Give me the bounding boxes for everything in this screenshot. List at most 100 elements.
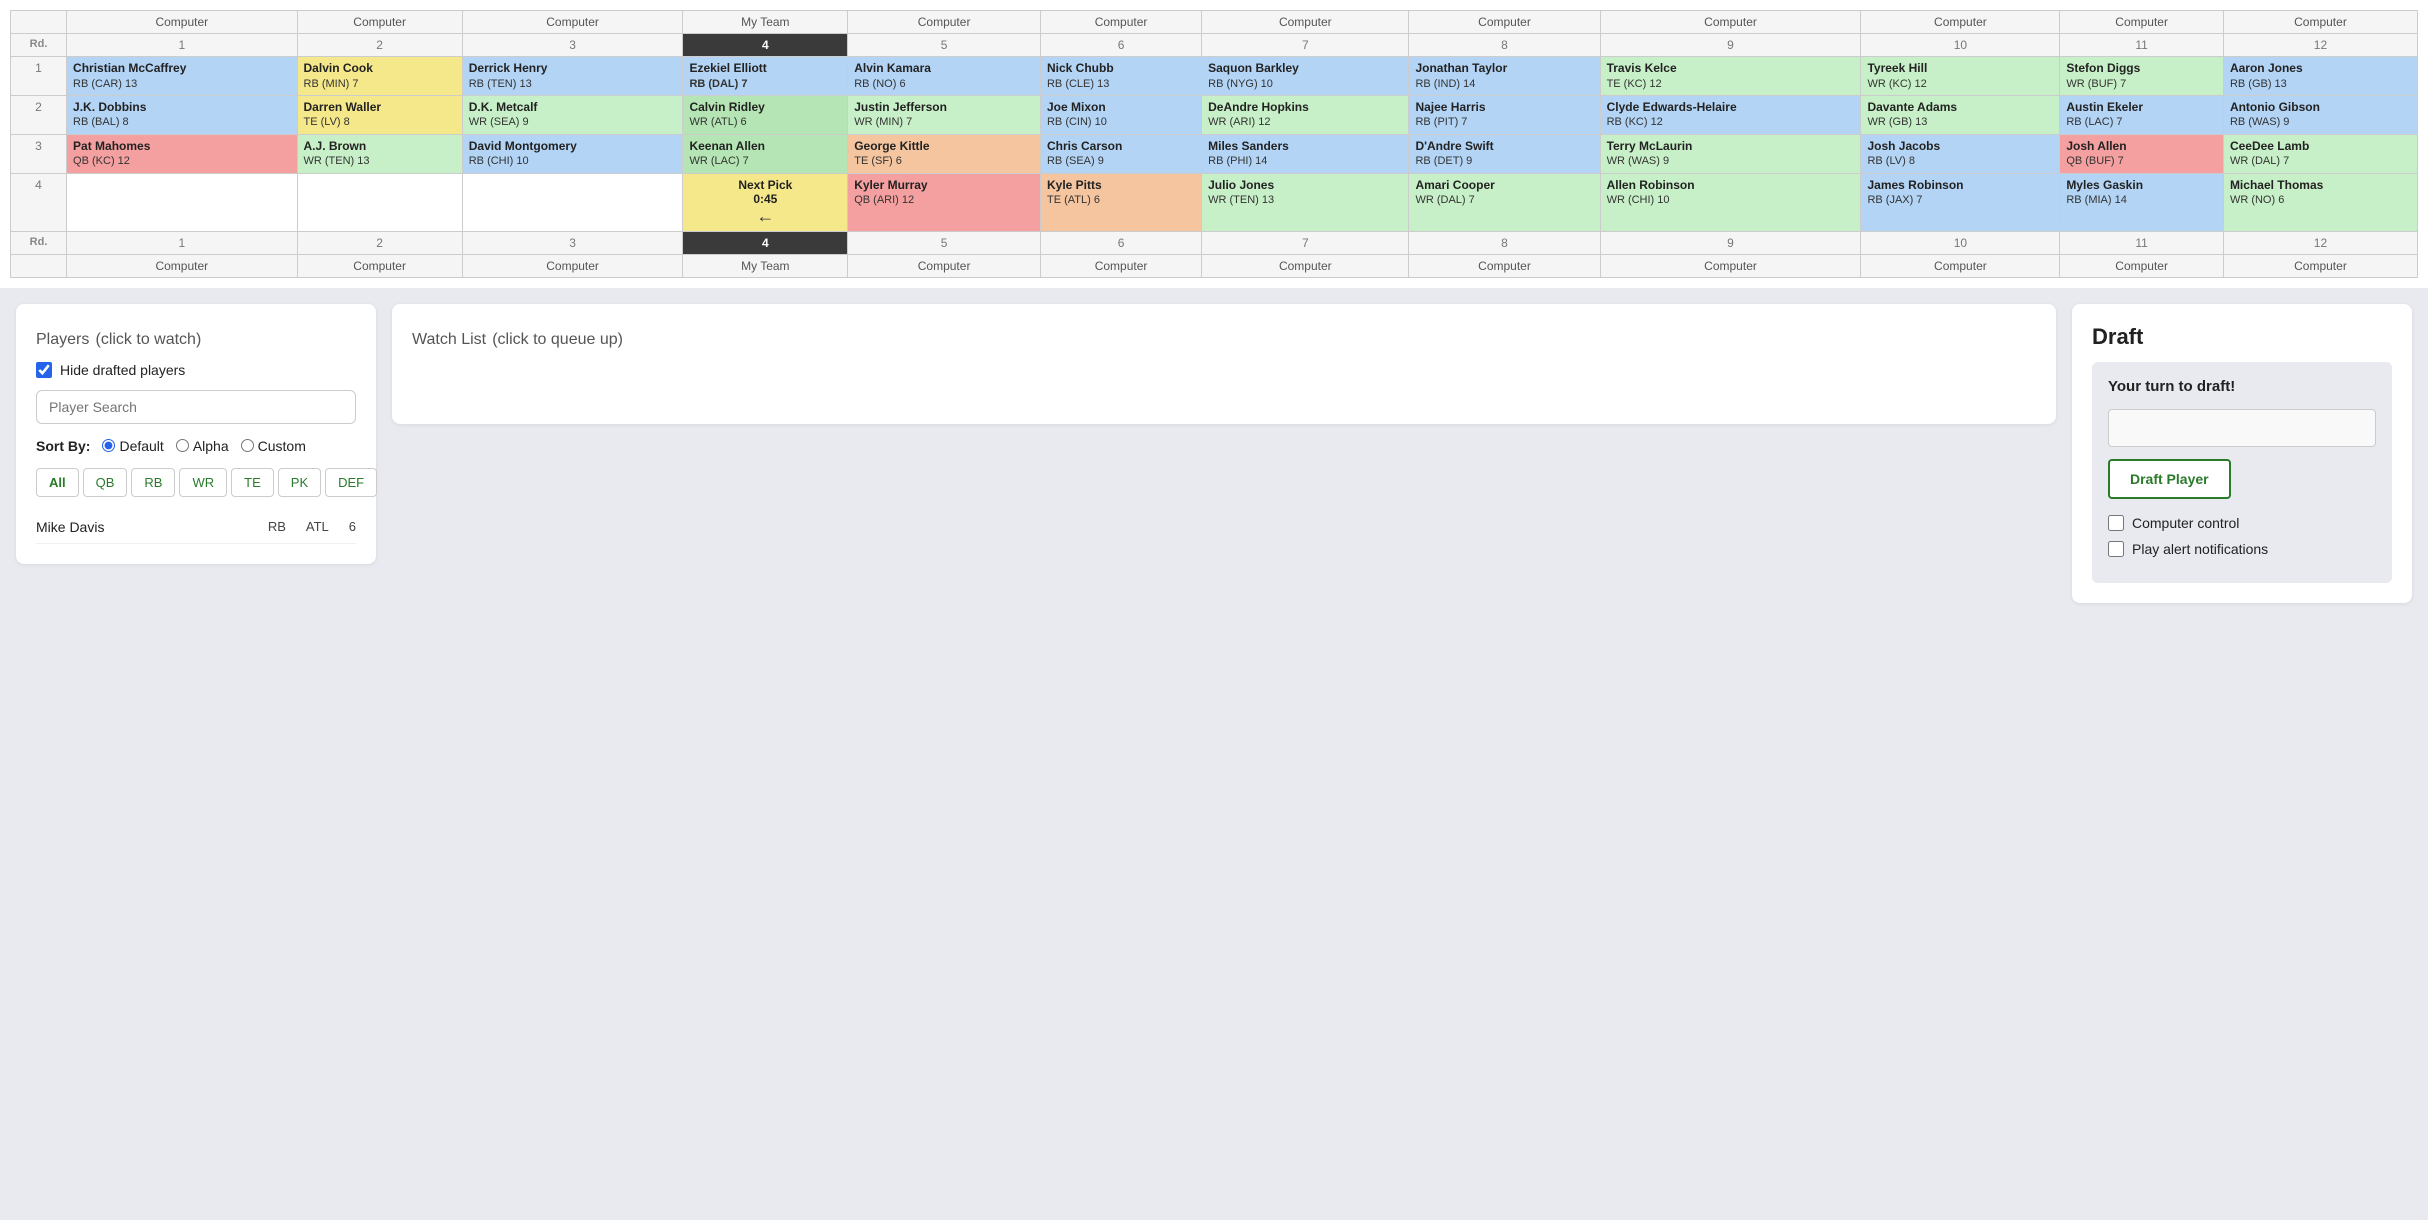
pick-r2-c3[interactable]: D.K. MetcalfWR (SEA) 9 [462, 95, 683, 134]
round-num-10: 10 [1861, 34, 2060, 57]
team-header-row: Computer Computer Computer My Team Compu… [11, 11, 2418, 34]
pick-r2-c9[interactable]: Clyde Edwards-HelaireRB (KC) 12 [1600, 95, 1861, 134]
round-num-3: 3 [462, 34, 683, 57]
filter-tabs: All QB RB WR TE PK DEF [36, 468, 356, 497]
players-panel-title: Players (click to watch) [36, 324, 356, 350]
pick-r4-c8[interactable]: Amari CooperWR (DAL) 7 [1409, 173, 1600, 231]
pick-r4-c11[interactable]: Myles GaskinRB (MIA) 14 [2060, 173, 2224, 231]
player-round: 6 [349, 519, 356, 534]
filter-tab-te[interactable]: TE [231, 468, 274, 497]
players-title-sub: (click to watch) [95, 331, 201, 348]
pick-r1-c5[interactable]: Alvin KamaraRB (NO) 6 [848, 57, 1041, 96]
pick-r3-c10[interactable]: Josh JacobsRB (LV) 8 [1861, 134, 2060, 173]
pick-r3-c11[interactable]: Josh AllenQB (BUF) 7 [2060, 134, 2224, 173]
team-col-1: Computer [67, 11, 297, 34]
play-alerts-checkbox[interactable] [2108, 541, 2124, 557]
round-1-row: 1 Christian McCaffreyRB (CAR) 13 Dalvin … [11, 57, 2418, 96]
rd-label: Rd. [11, 34, 67, 57]
pick-r3-c7[interactable]: Miles SandersRB (PHI) 14 [1202, 134, 1409, 173]
sort-alpha-radio[interactable] [176, 439, 189, 452]
pick-r4-c6[interactable]: Kyle PittsTE (ATL) 6 [1040, 173, 1201, 231]
computer-control-label: Computer control [2132, 515, 2239, 531]
pick-r1-c8[interactable]: Jonathan TaylorRB (IND) 14 [1409, 57, 1600, 96]
watchlist-title-sub: (click to queue up) [492, 331, 623, 348]
search-input[interactable] [36, 390, 356, 424]
team-col-2: Computer [297, 11, 462, 34]
draft-player-button[interactable]: Draft Player [2108, 459, 2231, 499]
sort-custom[interactable]: Custom [241, 438, 306, 454]
pick-r1-c10[interactable]: Tyreek HillWR (KC) 12 [1861, 57, 2060, 96]
pick-r1-c7[interactable]: Saquon BarkleyRB (NYG) 10 [1202, 57, 1409, 96]
sort-alpha[interactable]: Alpha [176, 438, 229, 454]
pick-r2-c6[interactable]: Joe MixonRB (CIN) 10 [1040, 95, 1201, 134]
pick-r2-c12[interactable]: Antonio GibsonRB (WAS) 9 [2223, 95, 2417, 134]
pick-r2-c10[interactable]: Davante AdamsWR (GB) 13 [1861, 95, 2060, 134]
pick-r1-c4-myteam[interactable]: Ezekiel ElliottRB (DAL) 7 [683, 57, 848, 96]
pick-r4-c10[interactable]: James RobinsonRB (JAX) 7 [1861, 173, 2060, 231]
pick-r1-c11[interactable]: Stefon DiggsWR (BUF) 7 [2060, 57, 2224, 96]
pick-r3-c4-myteam[interactable]: Keenan AllenWR (LAC) 7 [683, 134, 848, 173]
pick-r3-c9[interactable]: Terry McLaurinWR (WAS) 9 [1600, 134, 1861, 173]
filter-tab-pk[interactable]: PK [278, 468, 321, 497]
sort-default-radio[interactable] [102, 439, 115, 452]
pick-r4-c7[interactable]: Julio JonesWR (TEN) 13 [1202, 173, 1409, 231]
sort-default[interactable]: Default [102, 438, 163, 454]
pick-r4-c12[interactable]: Michael ThomasWR (NO) 6 [2223, 173, 2417, 231]
filter-tab-all[interactable]: All [36, 468, 79, 497]
hide-drafted-row: Hide drafted players [36, 362, 356, 378]
pick-r2-c8[interactable]: Najee HarrisRB (PIT) 7 [1409, 95, 1600, 134]
pick-r2-c11[interactable]: Austin EkelerRB (LAC) 7 [2060, 95, 2224, 134]
next-pick-time: 0:45 [689, 192, 841, 206]
pick-r2-c4-myteam[interactable]: Calvin RidleyWR (ATL) 6 [683, 95, 848, 134]
pick-r4-c5[interactable]: Kyler MurrayQB (ARI) 12 [848, 173, 1041, 231]
play-alerts-label: Play alert notifications [2132, 541, 2268, 557]
pick-r4-c3-empty [462, 173, 683, 231]
pick-r3-c8[interactable]: D'Andre SwiftRB (DET) 9 [1409, 134, 1600, 173]
filter-tab-qb[interactable]: QB [83, 468, 128, 497]
pick-r2-c7[interactable]: DeAndre HopkinsWR (ARI) 12 [1202, 95, 1409, 134]
pick-r3-c12[interactable]: CeeDee LambWR (DAL) 7 [2223, 134, 2417, 173]
filter-tab-def[interactable]: DEF [325, 468, 377, 497]
pick-r4-c9[interactable]: Allen RobinsonWR (CHI) 10 [1600, 173, 1861, 231]
bottom-panels: Players (click to watch) Hide drafted pl… [0, 288, 2428, 619]
pick-r1-c12[interactable]: Aaron JonesRB (GB) 13 [2223, 57, 2417, 96]
round-num-11: 11 [2060, 34, 2224, 57]
team-col-12: Computer [2223, 11, 2417, 34]
round-num-9: 9 [1600, 34, 1861, 57]
draft-board: Computer Computer Computer My Team Compu… [0, 0, 2428, 288]
pick-r3-c3[interactable]: David MontgomeryRB (CHI) 10 [462, 134, 683, 173]
player-list-row[interactable]: Mike Davis RB ATL 6 [36, 511, 356, 544]
hide-drafted-checkbox[interactable] [36, 362, 52, 378]
round-4-label: 4 [11, 173, 67, 231]
round-2-row: 2 J.K. DobbinsRB (BAL) 8 Darren WallerTE… [11, 95, 2418, 134]
pick-r3-c5[interactable]: George KittleTE (SF) 6 [848, 134, 1041, 173]
round-3-row: 3 Pat MahomesQB (KC) 12 A.J. BrownWR (TE… [11, 134, 2418, 173]
team-col-9: Computer [1600, 11, 1861, 34]
next-pick-arrow: ← [689, 206, 841, 227]
pick-r3-c2[interactable]: A.J. BrownWR (TEN) 13 [297, 134, 462, 173]
pick-r1-c3[interactable]: Derrick HenryRB (TEN) 13 [462, 57, 683, 96]
pick-r3-c6[interactable]: Chris CarsonRB (SEA) 9 [1040, 134, 1201, 173]
sort-custom-radio[interactable] [241, 439, 254, 452]
next-pick-cell: Next Pick 0:45 ← [683, 173, 848, 231]
round-number-footer: Rd. 1 2 3 4 5 6 7 8 9 10 11 12 [11, 231, 2418, 254]
filter-tab-rb[interactable]: RB [131, 468, 175, 497]
pick-r2-c2[interactable]: Darren WallerTE (LV) 8 [297, 95, 462, 134]
player-team: ATL [306, 519, 329, 534]
pick-r1-c6[interactable]: Nick ChubbRB (CLE) 13 [1040, 57, 1201, 96]
draft-panel: Draft Your turn to draft! Draft Player C… [2072, 304, 2412, 603]
pick-r1-c2[interactable]: Dalvin CookRB (MIN) 7 [297, 57, 462, 96]
pick-r2-c5[interactable]: Justin JeffersonWR (MIN) 7 [848, 95, 1041, 134]
computer-control-checkbox[interactable] [2108, 515, 2124, 531]
filter-tab-wr[interactable]: WR [179, 468, 227, 497]
pick-r2-c1[interactable]: J.K. DobbinsRB (BAL) 8 [67, 95, 297, 134]
pick-r1-c9[interactable]: Travis KelceTE (KC) 12 [1600, 57, 1861, 96]
team-col-6: Computer [1040, 11, 1201, 34]
pick-r1-c1[interactable]: Christian McCaffreyRB (CAR) 13 [67, 57, 297, 96]
sort-label: Sort By: [36, 438, 90, 454]
team-col-8: Computer [1409, 11, 1600, 34]
draft-player-input[interactable] [2108, 409, 2376, 447]
watchlist-panel: Watch List (click to queue up) [392, 304, 2056, 424]
pick-r3-c1[interactable]: Pat MahomesQB (KC) 12 [67, 134, 297, 173]
player-detail: RB ATL 6 [268, 519, 356, 534]
